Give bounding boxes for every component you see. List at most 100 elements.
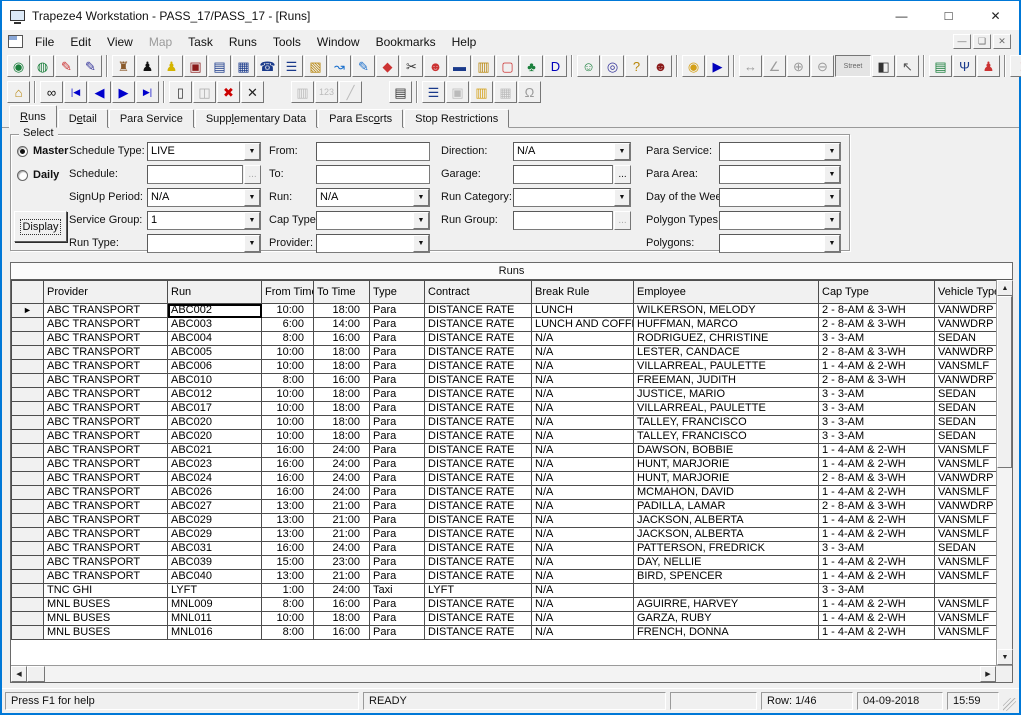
cell-contract[interactable]: DISTANCE RATE [425,486,532,500]
cell-type[interactable]: Para [370,598,425,612]
cell-break-rule[interactable]: N/A [532,500,634,514]
cell-vehicle-type[interactable]: SEDAN [935,430,997,444]
cell-cap-type[interactable]: 1 - 4-AM & 2-WH [819,444,935,458]
cell-break-rule[interactable]: N/A [532,472,634,486]
cell-run[interactable]: ABC017 [168,402,262,416]
cell-to-time[interactable]: 24:00 [314,458,370,472]
cell-from-time[interactable]: 8:00 [262,374,314,388]
person-flag-icon[interactable]: ☻ [649,55,672,77]
cell-type[interactable]: Para [370,514,425,528]
cell-cap-type[interactable]: 2 - 8-AM & 3-WH [819,304,935,318]
close-button[interactable]: ✕ [972,1,1019,30]
cell-employee[interactable]: LESTER, CANDACE [634,346,819,360]
find-icon[interactable]: ∞ [40,81,63,103]
filter-run-combo[interactable]: N/A▼ [316,188,430,207]
tab-stop-restrictions[interactable]: Stop Restrictions [404,109,509,128]
cell-cap-type[interactable]: 2 - 8-AM & 3-WH [819,374,935,388]
cell-run[interactable]: ABC021 [168,444,262,458]
cell-to-time[interactable]: 24:00 [314,444,370,458]
last-record-icon[interactable]: ▶| [136,81,159,103]
cell-type[interactable]: Para [370,458,425,472]
row-selector[interactable] [12,332,44,346]
cell-vehicle-type[interactable]: VANSMLF [935,486,997,500]
cell-run[interactable]: ABC023 [168,458,262,472]
cell-provider[interactable]: TNC GHI [44,584,168,598]
cell-run[interactable]: MNL009 [168,598,262,612]
cell-type[interactable]: Para [370,332,425,346]
filter-para-area-combo[interactable]: ▼ [719,165,841,184]
col-header-cap-type[interactable]: Cap Type [819,281,935,304]
cell-run[interactable]: ABC003 [168,318,262,332]
cell-break-rule[interactable]: N/A [532,584,634,598]
cell-run[interactable]: MNL016 [168,626,262,640]
cell-provider[interactable]: ABC TRANSPORT [44,416,168,430]
cell-from-time[interactable]: 8:00 [262,598,314,612]
row-selector[interactable] [12,318,44,332]
cell-break-rule[interactable]: N/A [532,416,634,430]
cell-break-rule[interactable]: N/A [532,528,634,542]
cell-to-time[interactable]: 24:00 [314,486,370,500]
avl-antenna-icon[interactable]: Ψ [953,55,976,77]
filter-polygons-dropdown-icon[interactable]: ▼ [824,235,840,252]
cell-type[interactable]: Para [370,346,425,360]
cell-provider[interactable]: ABC TRANSPORT [44,444,168,458]
filter-day-of-week-dropdown-icon[interactable]: ▼ [824,189,840,206]
cell-contract[interactable]: DISTANCE RATE [425,626,532,640]
renumber-icon[interactable]: 123 [315,81,338,103]
blocks-icon[interactable]: ◆ [376,55,399,77]
delete-record-icon[interactable]: ✖ [217,81,240,103]
cell-run[interactable]: ABC027 [168,500,262,514]
scroll-up-icon[interactable]: ▲ [997,280,1013,296]
cell-employee[interactable]: JACKSON, ALBERTA [634,528,819,542]
cell-provider[interactable]: ABC TRANSPORT [44,472,168,486]
cell-to-time[interactable]: 16:00 [314,374,370,388]
cell-break-rule[interactable]: N/A [532,346,634,360]
monitor-map-icon[interactable]: ▢ [496,55,519,77]
display-button[interactable]: Display [14,211,67,242]
cell-run[interactable]: MNL011 [168,612,262,626]
cell-employee[interactable] [634,584,819,598]
cell-provider[interactable]: ABC TRANSPORT [44,304,168,318]
col-header-to-time[interactable]: To Time [314,281,370,304]
cell-employee[interactable]: TALLEY, FRANCISCO [634,416,819,430]
cell-type[interactable]: Taxi [370,584,425,598]
filter-service-group-dropdown-icon[interactable]: ▼ [244,212,260,229]
filter-direction-combo[interactable]: N/A▼ [513,142,631,161]
cell-employee[interactable]: VILLARREAL, PAULETTE [634,360,819,374]
daily-radio-icon[interactable] [17,170,28,181]
cell-from-time[interactable]: 16:00 [262,542,314,556]
cell-from-time[interactable]: 16:00 [262,444,314,458]
col-header-from-time[interactable]: From Time [262,281,314,304]
filter-polygon-types-dropdown-icon[interactable]: ▼ [824,212,840,229]
zoom-in-icon[interactable]: ⊕ [787,55,810,77]
filter-schedule-type-combo[interactable]: LIVE▼ [147,142,261,161]
cell-cap-type[interactable]: 1 - 4-AM & 2-WH [819,570,935,584]
filter-direction-dropdown-icon[interactable]: ▼ [614,143,630,160]
cell-vehicle-type[interactable]: VANWDRP [935,472,997,486]
filter-para-area-dropdown-icon[interactable]: ▼ [824,166,840,183]
cell-employee[interactable]: TALLEY, FRANCISCO [634,430,819,444]
menu-view[interactable]: View [99,32,141,52]
cell-from-time[interactable]: 16:00 [262,472,314,486]
cell-type[interactable]: Para [370,626,425,640]
row-selector[interactable] [12,570,44,584]
cell-from-time[interactable]: 8:00 [262,626,314,640]
person-trace-icon[interactable]: ☺ [577,55,600,77]
pushpin-icon[interactable]: ◉ [682,55,705,77]
row-selector[interactable] [12,430,44,444]
menu-window[interactable]: Window [309,32,368,52]
first-record-icon[interactable]: |◀ [64,81,87,103]
cell-type[interactable]: Para [370,318,425,332]
measure-icon[interactable]: ∠ [763,55,786,77]
vertical-scrollbar[interactable]: ▲ ▼ [996,280,1012,665]
cell-contract[interactable]: DISTANCE RATE [425,444,532,458]
cell-vehicle-type[interactable]: VANSMLF [935,444,997,458]
row-selector[interactable] [12,598,44,612]
filter-schedule-input[interactable] [147,165,243,184]
filter-signup-period-combo[interactable]: N/A▼ [147,188,261,207]
filter-cap-type-combo[interactable]: ▼ [316,211,430,230]
map-search-icon[interactable]: ◎ [601,55,624,77]
cell-type[interactable]: Para [370,402,425,416]
cell-contract[interactable]: DISTANCE RATE [425,374,532,388]
cell-from-time[interactable]: 6:00 [262,318,314,332]
